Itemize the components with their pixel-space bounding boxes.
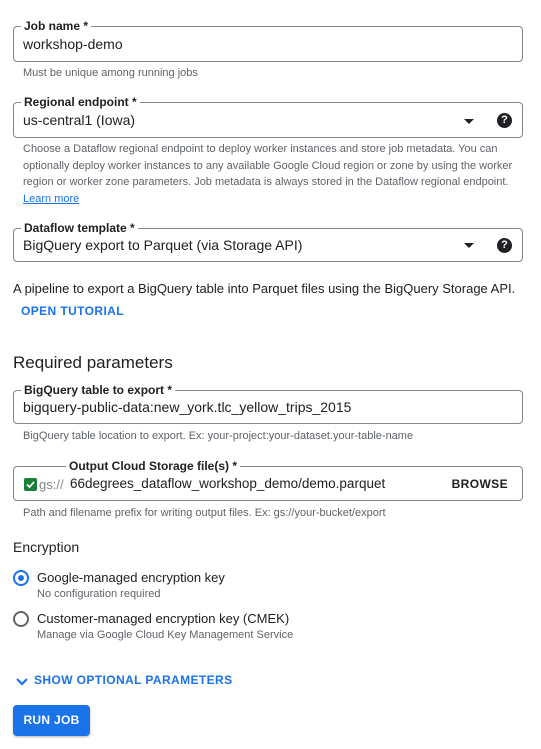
checkmark-icon [24,478,37,491]
template-description: A pipeline to export a BigQuery table in… [13,281,516,296]
regional-endpoint-select[interactable]: Regional endpoint * us-central1 (Iowa) ? [13,94,523,138]
dataflow-template-value: BigQuery export to Parquet (via Storage … [23,237,303,253]
job-name-label: Job name * [21,18,92,34]
run-job-label: RUN JOB [23,713,80,727]
google-managed-key-radio[interactable] [13,570,29,586]
dropdown-arrow-icon[interactable] [464,119,474,124]
bigquery-table-input[interactable]: bigquery-public-data:new_york.tlc_yellow… [23,399,351,415]
gs-prefix: gs:// [39,477,64,492]
encryption-heading: Encryption [13,539,80,555]
show-optional-label: SHOW OPTIONAL PARAMETERS [34,673,233,687]
output-file-hint: Path and filename prefix for writing out… [23,507,386,519]
regional-endpoint-hint-text: Choose a Dataflow regional endpoint to d… [23,143,513,188]
google-managed-key-sub: No configuration required [37,588,161,600]
cmek-label[interactable]: Customer-managed encryption key (CMEK) [37,611,289,626]
regional-endpoint-hint: Choose a Dataflow regional endpoint to d… [23,141,513,207]
help-icon[interactable]: ? [497,238,512,253]
regional-endpoint-label: Regional endpoint * [21,94,140,110]
job-name-input[interactable]: workshop-demo [23,36,123,52]
learn-more-link[interactable]: Learn more [23,193,79,205]
bigquery-table-hint: BigQuery table location to export. Ex: y… [23,430,414,442]
run-job-button[interactable]: RUN JOB [13,705,90,736]
help-icon[interactable]: ? [497,113,512,128]
output-file-field[interactable]: Output Cloud Storage file(s) * gs:// 66d… [13,458,523,501]
chevron-down-icon [15,674,29,692]
cmek-radio[interactable] [13,611,29,627]
dropdown-arrow-icon[interactable] [464,243,474,248]
required-parameters-heading: Required parameters [13,353,173,372]
output-file-input[interactable]: 66degrees_dataflow_workshop_demo/demo.pa… [70,476,385,491]
open-tutorial-button[interactable]: OPEN TUTORIAL [21,304,124,318]
cmek-sub: Manage via Google Cloud Key Management S… [37,629,294,641]
regional-endpoint-value: us-central1 (Iowa) [23,112,136,128]
bigquery-table-field[interactable]: BigQuery table to export * bigquery-publ… [13,382,523,424]
output-file-label: Output Cloud Storage file(s) * [66,458,240,474]
dataflow-template-label: Dataflow template * [21,220,138,236]
job-name-field[interactable]: Job name * workshop-demo [13,18,523,62]
job-name-hint: Must be unique among running jobs [23,67,198,79]
google-managed-key-label[interactable]: Google-managed encryption key [37,570,225,585]
dataflow-template-select[interactable]: Dataflow template * BigQuery export to P… [13,220,523,262]
bigquery-table-label: BigQuery table to export * [21,382,176,398]
browse-button[interactable]: BROWSE [452,477,508,491]
